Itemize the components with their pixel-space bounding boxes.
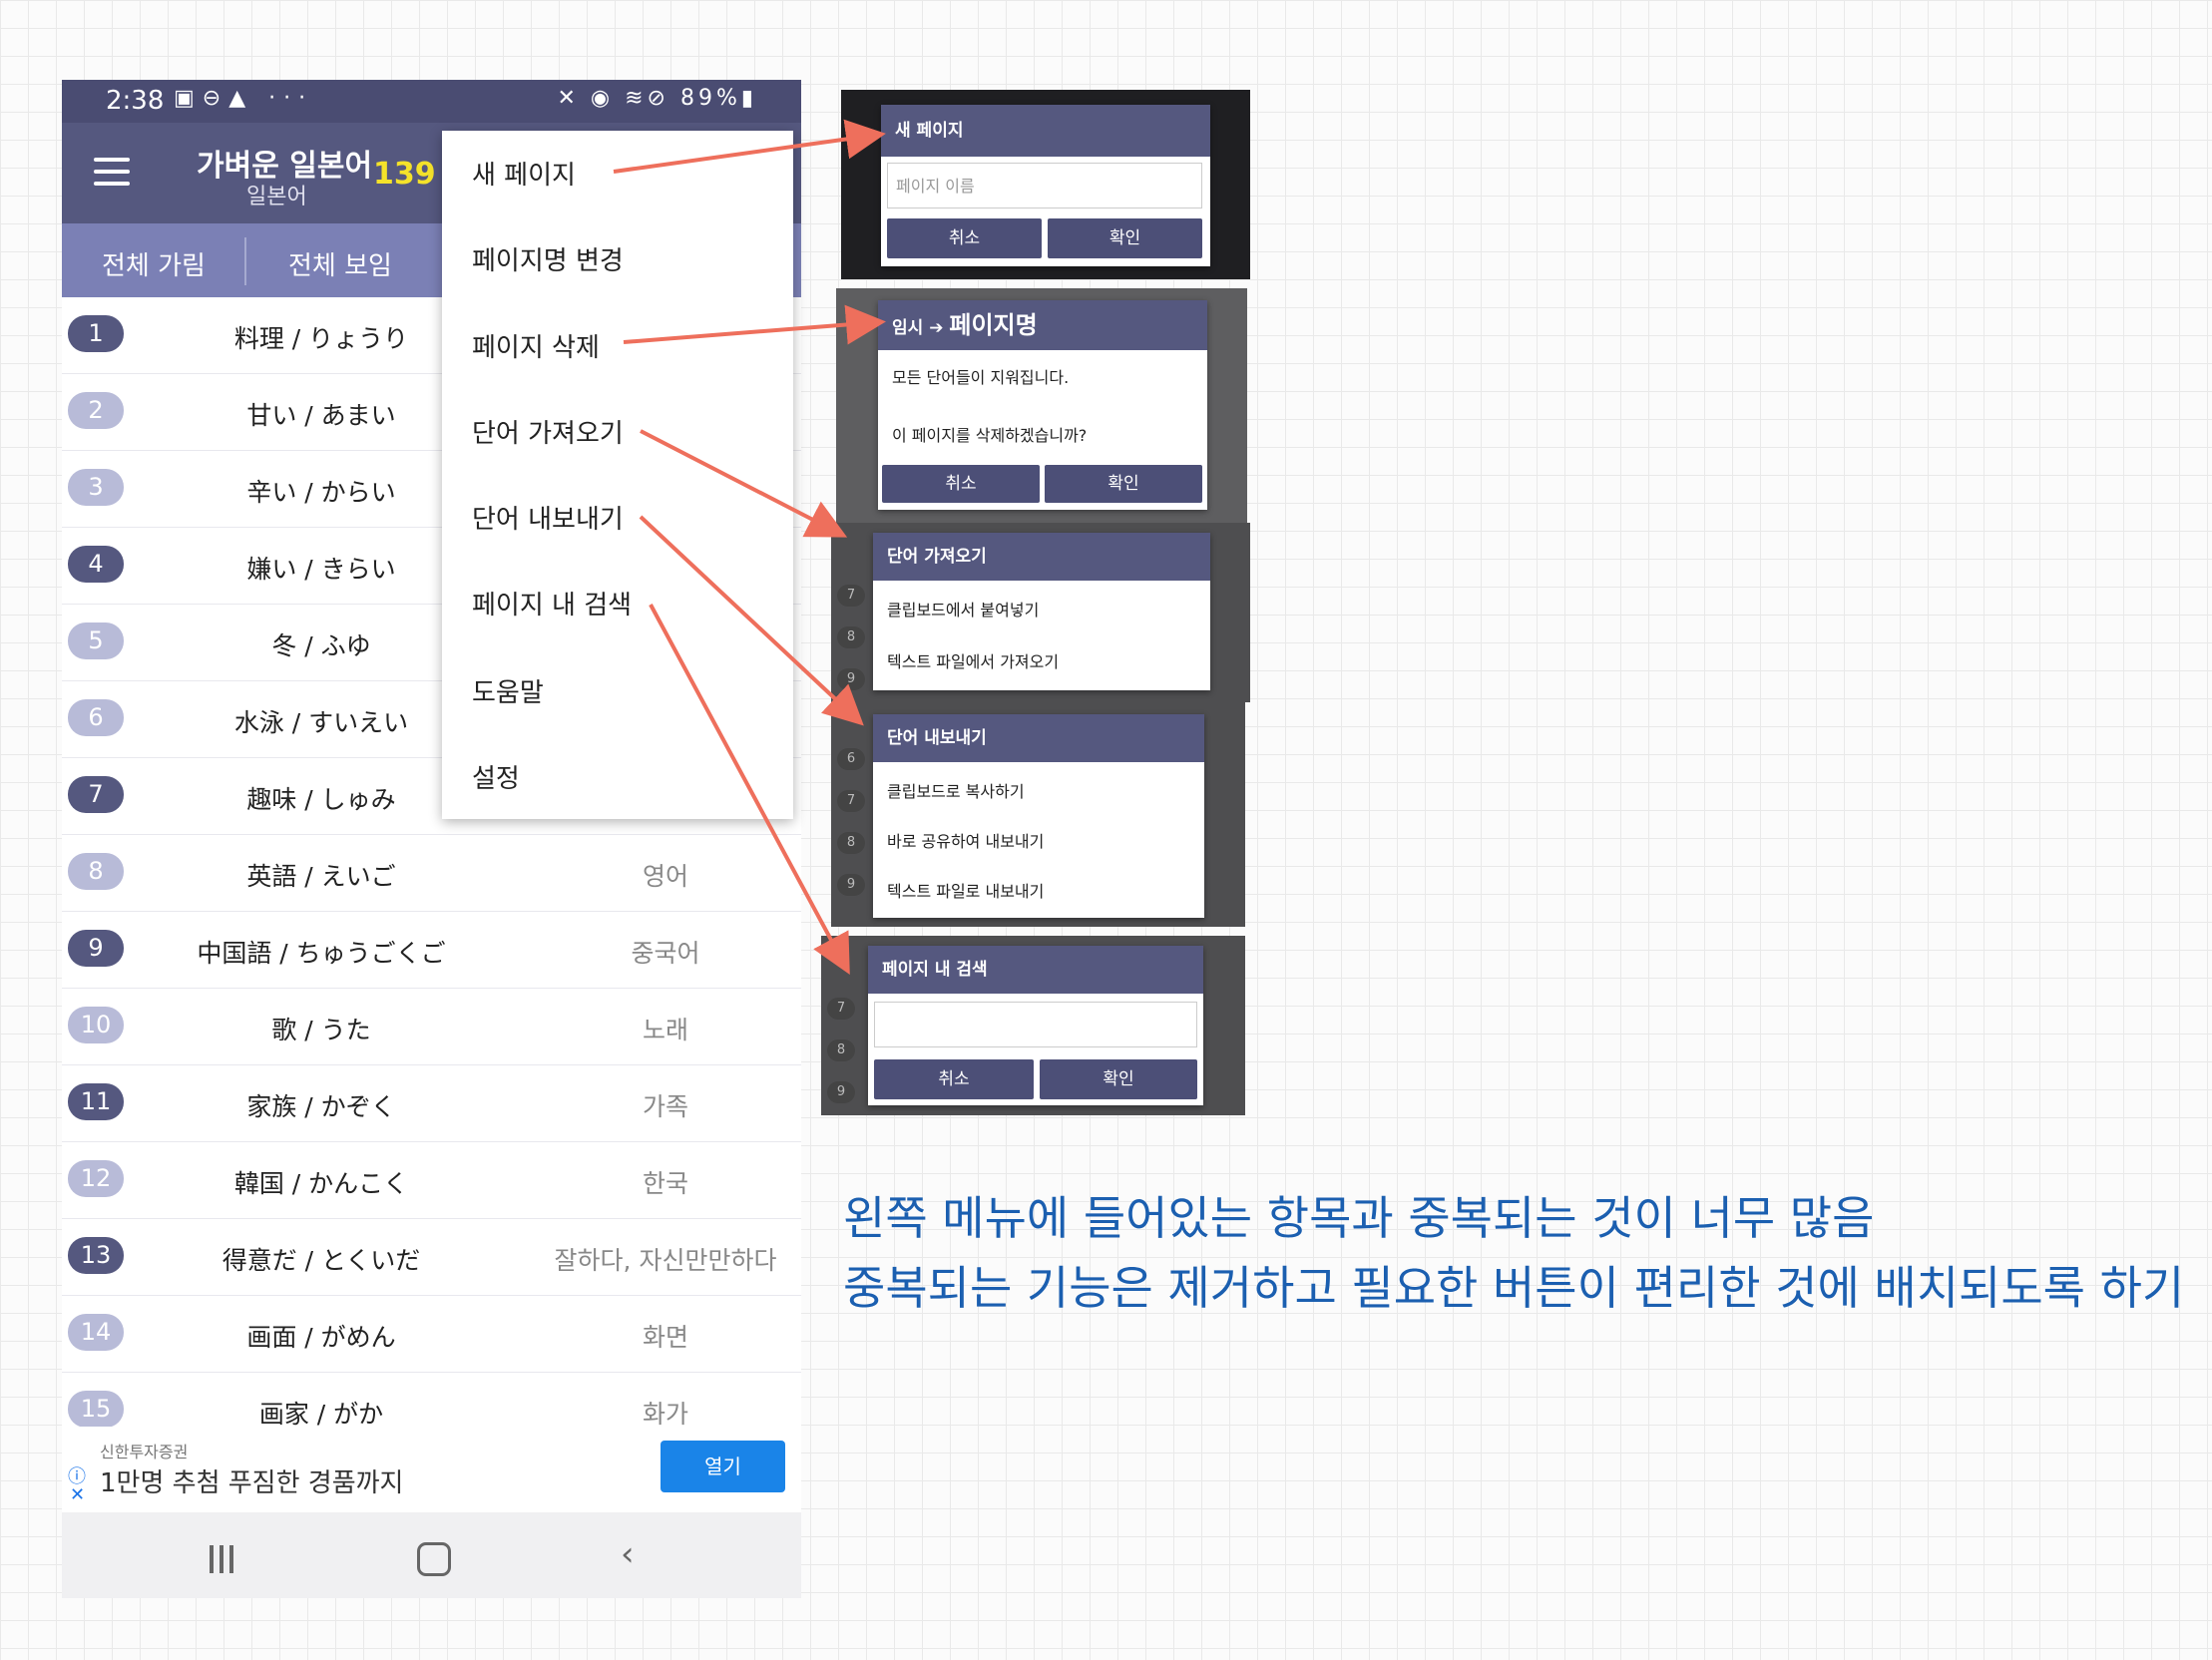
annotation-line-1: 왼쪽 메뉴에 들어있는 항목과 중복되는 것이 너무 많음 — [843, 1191, 1875, 1245]
arrow-new-page — [613, 119, 886, 174]
arrow-export — [639, 515, 864, 726]
annotation-arrows — [613, 119, 886, 976]
arrow-import — [640, 429, 848, 538]
annotation-line-2: 중복되는 기능은 제거하고 필요한 버튼이 편리한 것에 배치되도록 하기 — [843, 1261, 2185, 1315]
arrow-search — [649, 604, 850, 976]
arrow-delete-page — [623, 304, 886, 345]
